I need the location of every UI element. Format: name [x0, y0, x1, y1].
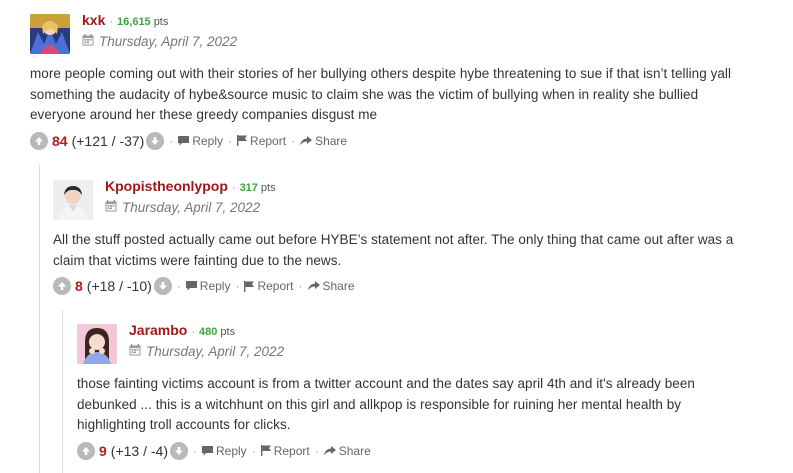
- username-link[interactable]: Jarambo: [129, 322, 187, 338]
- comment-date: Thursday, April 7, 2022: [146, 344, 285, 359]
- comment-reply: Kpopistheonlypop · 317 pts Thursday, Apr…: [53, 178, 783, 295]
- comment-header: kxk · 16,615 pts Thursday, April 7, 2022: [30, 12, 785, 54]
- upvote-button[interactable]: [53, 277, 71, 295]
- separator-dot: ·: [314, 443, 319, 458]
- username-link[interactable]: kxk: [82, 12, 105, 28]
- speech-bubble-icon: [202, 445, 213, 455]
- separator-dot: ·: [228, 133, 233, 148]
- vote-score: 8: [75, 278, 83, 294]
- report-button[interactable]: Report: [260, 443, 310, 458]
- calendar-icon: [105, 200, 117, 215]
- comment-meta: Jarambo · 480 pts Thursday, April 7, 202…: [129, 322, 284, 359]
- points-label: pts: [220, 326, 236, 338]
- reply-label: Reply: [192, 133, 224, 148]
- separator-dot: ·: [176, 279, 181, 293]
- separator-dot: ·: [191, 326, 196, 338]
- reply-button[interactable]: Reply: [202, 444, 247, 458]
- arrow-down-icon: [175, 446, 183, 455]
- report-button[interactable]: Report: [244, 279, 294, 293]
- upvote-button[interactable]: [30, 131, 48, 150]
- arrow-up-icon: [58, 282, 66, 290]
- comment-date: Thursday, April 7, 2022: [99, 34, 238, 49]
- comment-actions: 9 (+13 / -4) · Reply · Report · Share: [77, 441, 783, 460]
- share-arrow-icon: [300, 135, 313, 145]
- arrow-up-icon: [82, 446, 90, 455]
- separator-dot: ·: [109, 16, 114, 28]
- comment-actions: 84 (+121 / -37) · Reply · Report · Share: [30, 131, 785, 150]
- comment-header: Jarambo · 480 pts Thursday, April 7, 202…: [77, 322, 783, 364]
- user-points: 16,615: [117, 16, 151, 28]
- upvote-button[interactable]: [77, 441, 95, 460]
- separator-dot: ·: [231, 182, 236, 194]
- thread-line-level-1: [39, 165, 40, 473]
- comment-actions: 8 (+18 / -10) · Reply · Report · Share: [53, 277, 783, 295]
- vote-breakdown: (+13 / -4): [110, 442, 168, 459]
- separator-dot: ·: [193, 443, 197, 458]
- avatar[interactable]: [53, 180, 93, 220]
- share-button[interactable]: Share: [323, 443, 371, 458]
- reply-button[interactable]: Reply: [178, 134, 223, 148]
- arrow-up-icon: [35, 136, 43, 145]
- share-button[interactable]: Share: [307, 279, 355, 293]
- separator-dot: ·: [235, 279, 240, 293]
- separator-dot: ·: [291, 133, 296, 148]
- vote-score: 84: [52, 132, 68, 149]
- reply-button[interactable]: Reply: [185, 279, 231, 293]
- points-label: pts: [153, 16, 169, 28]
- arrow-down-icon: [151, 136, 160, 145]
- comment-meta: kxk · 16,615 pts Thursday, April 7, 2022: [82, 12, 237, 49]
- comment-body: those fainting victims account is from a…: [77, 376, 695, 432]
- separator-dot: ·: [298, 279, 303, 293]
- flag-icon: [260, 445, 271, 456]
- avatar[interactable]: [77, 324, 117, 364]
- downvote-button[interactable]: [153, 277, 172, 295]
- share-button[interactable]: Share: [300, 134, 347, 148]
- speech-bubble-icon: [178, 135, 190, 145]
- report-label: Report: [273, 443, 310, 458]
- calendar-icon: [82, 34, 94, 49]
- downvote-button[interactable]: [170, 441, 188, 460]
- reply-label: Reply: [216, 443, 247, 458]
- points-label: pts: [260, 182, 276, 194]
- share-label: Share: [322, 279, 355, 293]
- comment-meta: Kpopistheonlypop · 317 pts Thursday, Apr…: [105, 178, 276, 215]
- calendar-icon: [129, 344, 141, 359]
- username-link[interactable]: Kpopistheonlypop: [105, 178, 228, 194]
- vote-score: 9: [99, 442, 107, 459]
- report-label: Report: [257, 279, 294, 293]
- reply-label: Reply: [199, 279, 231, 293]
- comment: kxk · 16,615 pts Thursday, April 7, 2022…: [30, 12, 785, 150]
- flag-icon: [237, 135, 248, 146]
- user-points: 480: [199, 326, 218, 338]
- flag-icon: [244, 280, 255, 292]
- thread-line-level-2: [62, 310, 63, 473]
- report-label: Report: [250, 133, 287, 148]
- separator-dot: ·: [169, 133, 174, 148]
- vote-breakdown: (+121 / -37): [71, 132, 145, 149]
- share-arrow-icon: [307, 281, 320, 291]
- share-arrow-icon: [323, 445, 336, 455]
- user-points: 317: [239, 182, 258, 194]
- comment-reply: Jarambo · 480 pts Thursday, April 7, 202…: [77, 322, 783, 460]
- share-label: Share: [315, 133, 348, 148]
- report-button[interactable]: Report: [237, 134, 286, 148]
- separator-dot: ·: [251, 443, 256, 458]
- comment-date: Thursday, April 7, 2022: [122, 200, 261, 215]
- comment-body: more people coming out with their storie…: [30, 66, 732, 122]
- share-label: Share: [338, 443, 371, 458]
- comment-header: Kpopistheonlypop · 317 pts Thursday, Apr…: [53, 178, 783, 220]
- comment-body: All the stuff posted actually came out b…: [53, 232, 734, 268]
- arrow-down-icon: [158, 282, 167, 290]
- vote-breakdown: (+18 / -10): [86, 278, 152, 294]
- avatar[interactable]: [30, 14, 70, 54]
- downvote-button[interactable]: [146, 131, 165, 150]
- speech-bubble-icon: [185, 281, 197, 291]
